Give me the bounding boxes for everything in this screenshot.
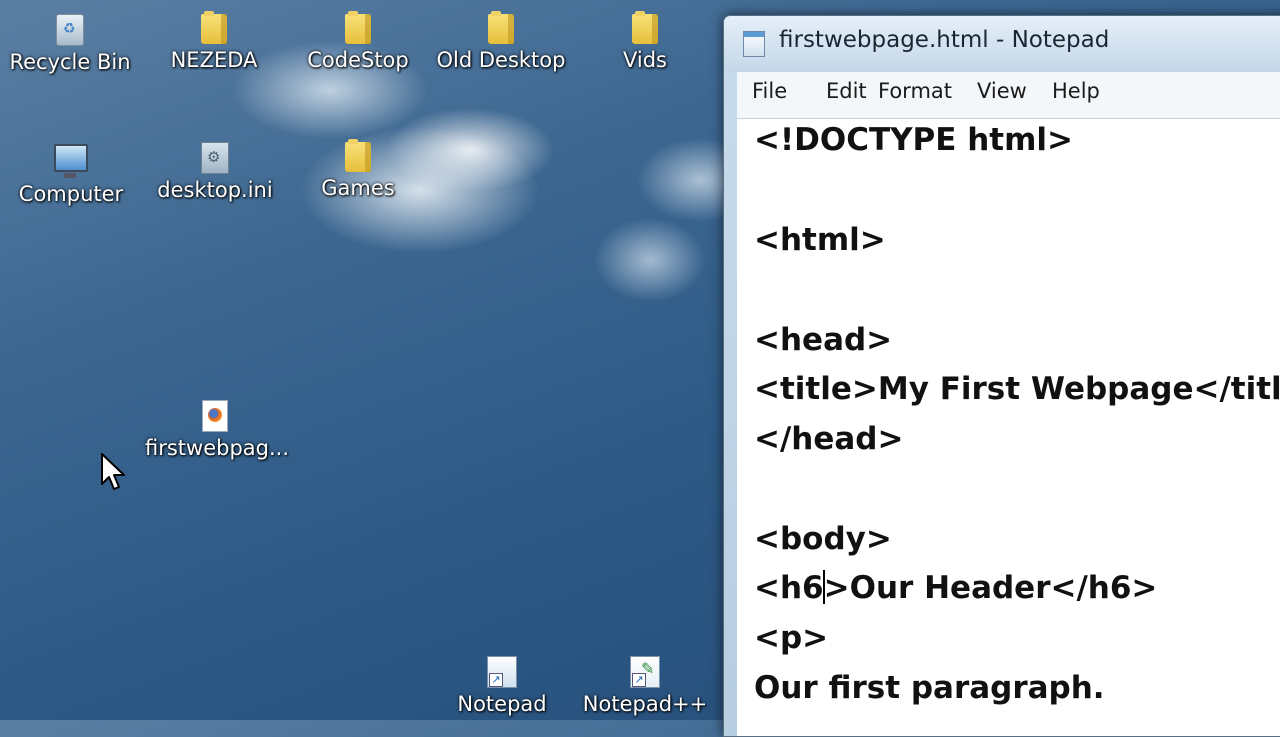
code-text: >Our Header</h6> [823, 570, 1158, 606]
menu-format[interactable]: Format [878, 79, 952, 103]
desktop-icon-notepadpp[interactable]: Notepad++ [575, 656, 715, 716]
code-line: <html> [754, 222, 886, 258]
desktop-icon-label: NEZEDA [170, 48, 258, 72]
desktop-icon-label: CodeStop [307, 48, 409, 72]
menu-help[interactable]: Help [1052, 79, 1100, 103]
folder-icon [345, 11, 371, 44]
notepad-title-bar[interactable]: firstwebpage.html - Notepad [724, 16, 1280, 72]
notepadpp-shortcut-icon [630, 656, 660, 688]
desktop-icon-firstwebpage[interactable]: firstwebpag... [145, 400, 290, 460]
desktop-icon-notepad[interactable]: Notepad [432, 656, 572, 716]
folder-icon [345, 139, 371, 172]
shortcut-icon [487, 656, 517, 688]
code-line: <h6>Our Header</h6> [754, 570, 1157, 606]
desktop-icon-desktop-ini[interactable]: desktop.ini [145, 142, 285, 202]
code-line: </head> [754, 421, 904, 457]
folder-icon [488, 11, 514, 44]
notepad-window[interactable]: firstwebpage.html - Notepad File Edit Fo… [723, 15, 1280, 737]
code-line: <p> [754, 620, 829, 656]
menu-edit[interactable]: Edit [826, 79, 867, 103]
code-line: <!DOCTYPE html> [754, 122, 1074, 158]
desktop-icon-label: Recycle Bin [9, 50, 131, 74]
desktop-icon-label: desktop.ini [157, 178, 273, 202]
desktop-icon-codestop[interactable]: CodeStop [288, 11, 428, 72]
settings-file-icon [201, 142, 229, 174]
desktop-icon-label: Notepad++ [582, 692, 708, 716]
menu-bar: File Edit Format View Help [737, 72, 1280, 119]
text-editor-area[interactable]: <!DOCTYPE html> <html> <head> <title>My … [737, 119, 1280, 736]
menu-file[interactable]: File [752, 79, 787, 103]
desktop-icon-vids[interactable]: Vids [575, 11, 715, 72]
code-text: <h6 [754, 570, 824, 606]
folder-icon [201, 11, 227, 44]
mouse-cursor-icon [101, 453, 125, 490]
recycle-bin-icon [56, 14, 84, 46]
desktop-icon-label: Computer [18, 182, 124, 206]
desktop-icon-recycle-bin[interactable]: Recycle Bin [0, 14, 140, 74]
desktop-icon-old-desktop[interactable]: Old Desktop [431, 11, 571, 72]
folder-icon [632, 11, 658, 44]
desktop-icon-label: Notepad [457, 692, 547, 716]
firefox-document-icon [202, 400, 228, 432]
desktop-icon-label: Old Desktop [436, 48, 566, 72]
desktop-icon-label: firstwebpag... [145, 436, 290, 460]
window-title: firstwebpage.html - Notepad [779, 27, 1110, 53]
code-line: Our first paragraph. [754, 670, 1105, 706]
code-line: <head> [754, 322, 893, 358]
menu-view[interactable]: View [977, 79, 1027, 103]
notepad-icon [743, 31, 765, 57]
desktop-icon-nezeda[interactable]: NEZEDA [144, 11, 284, 72]
code-line: <title>My First Webpage</title> [754, 371, 1280, 407]
desktop-icon-games[interactable]: Games [288, 139, 428, 200]
computer-icon [54, 144, 88, 178]
desktop-icon-computer[interactable]: Computer [1, 144, 141, 206]
code-line: <body> [754, 521, 892, 557]
desktop-icon-label: Vids [622, 48, 667, 72]
desktop-icon-label: Games [321, 176, 395, 200]
